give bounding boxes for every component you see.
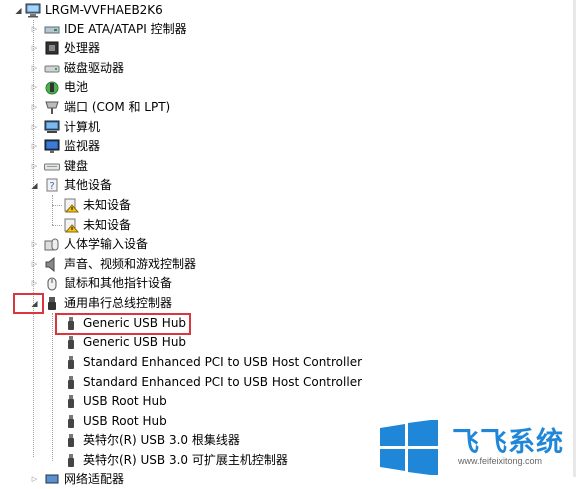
usb-device-item[interactable]: Standard Enhanced PCI to USB Host Contro… xyxy=(0,373,363,392)
port-connector-icon xyxy=(45,101,59,114)
tree-item-label: 处理器 xyxy=(64,41,101,55)
svg-text:?: ? xyxy=(49,181,54,192)
computer-icon xyxy=(25,3,41,18)
tree-item-keyboard[interactable]: 键盘 xyxy=(0,157,300,176)
input-device-icon xyxy=(44,238,59,251)
usb-plug-icon xyxy=(68,376,74,389)
tree-item-mouse[interactable]: 鼠标和其他指针设备 xyxy=(0,274,300,293)
usb-device-label: USB Root Hub xyxy=(83,394,167,408)
usb-device-item[interactable]: Standard Enhanced PCI to USB Host Contro… xyxy=(0,353,363,372)
expand-arrow-icon[interactable] xyxy=(30,470,39,489)
usb-device-label: 英特尔(R) USB 3.0 根集线器 xyxy=(83,433,240,447)
tree-item-label: IDE ATA/ATAPI 控制器 xyxy=(64,22,187,36)
tree-item-label: 人体学输入设备 xyxy=(64,237,149,251)
monitor-icon xyxy=(44,139,60,153)
usb-device-label: Standard Enhanced PCI to USB Host Contro… xyxy=(83,355,363,369)
tree-item-label: 电池 xyxy=(64,80,89,94)
tree-item-network[interactable]: 网络适配器 xyxy=(0,470,300,489)
usb-device-item[interactable]: 英特尔(R) USB 3.0 根集线器 xyxy=(0,431,360,450)
tree-item-label: 声音、视频和游戏控制器 xyxy=(64,257,197,271)
expand-arrow-icon[interactable] xyxy=(30,39,39,58)
expand-arrow-icon[interactable] xyxy=(30,274,39,293)
warning-device-icon xyxy=(64,198,79,213)
tree-item-battery[interactable]: 电池 xyxy=(0,78,300,97)
tree-item-usb-controllers[interactable]: 通用串行总线控制器 xyxy=(0,294,300,313)
device-tree: LRGM-VVFHAEB2K6 IDE ATA/ATAPI 控制器 处理器 磁盘… xyxy=(0,0,576,486)
expand-arrow-icon[interactable] xyxy=(30,255,39,274)
expand-arrow-icon[interactable] xyxy=(30,118,39,137)
tree-item-label: 其他设备 xyxy=(64,178,113,192)
warning-device-icon xyxy=(64,218,79,233)
tree-child-unknown-device[interactable]: 未知设备 xyxy=(0,216,300,235)
battery-icon xyxy=(45,81,59,95)
tree-item-label: 磁盘驱动器 xyxy=(64,61,125,75)
usb-plug-icon xyxy=(68,454,74,467)
disk-drive-icon xyxy=(44,65,60,73)
expand-arrow-icon[interactable] xyxy=(30,137,39,156)
usb-device-label: Standard Enhanced PCI to USB Host Contro… xyxy=(83,375,363,389)
usb-device-item[interactable]: 英特尔(R) USB 3.0 可扩展主机控制器 xyxy=(0,451,360,470)
tree-item-label: 鼠标和其他指针设备 xyxy=(64,276,173,290)
tree-item-label: 监视器 xyxy=(64,139,101,153)
expand-arrow-icon[interactable] xyxy=(30,78,39,97)
usb-plug-icon xyxy=(68,415,74,428)
computer-name-label: LRGM-VVFHAEB2K6 xyxy=(45,3,163,17)
usb-device-label: 英特尔(R) USB 3.0 可扩展主机控制器 xyxy=(83,453,288,467)
tree-item-monitor[interactable]: 监视器 xyxy=(0,137,300,156)
usb-plug-icon xyxy=(68,336,74,349)
expand-arrow-icon[interactable] xyxy=(30,59,39,78)
collapse-arrow-icon[interactable] xyxy=(30,176,39,195)
usb-device-label: Generic USB Hub xyxy=(83,316,187,330)
tree-child-label: 未知设备 xyxy=(83,218,132,232)
usb-plug-icon xyxy=(68,434,74,447)
usb-device-item[interactable]: USB Root Hub xyxy=(0,392,360,411)
tree-item-label: 通用串行总线控制器 xyxy=(64,296,173,310)
speaker-icon xyxy=(45,257,55,272)
tree-child-unknown-device[interactable]: 未知设备 xyxy=(0,196,300,215)
tree-item-disk[interactable]: 磁盘驱动器 xyxy=(0,59,300,78)
tree-child-label: 未知设备 xyxy=(83,198,132,212)
unknown-device-icon: ? xyxy=(46,178,58,192)
usb-plug-icon xyxy=(48,297,56,310)
usb-device-item[interactable]: Generic USB Hub xyxy=(0,314,360,333)
usb-device-item[interactable]: Generic USB Hub xyxy=(0,333,360,352)
tree-item-processor[interactable]: 处理器 xyxy=(0,39,300,58)
collapse-arrow-icon[interactable] xyxy=(30,294,39,313)
ide-controller-icon xyxy=(44,26,60,34)
watermark-brand: 飞飞系统 xyxy=(452,427,564,458)
tree-item-label: 计算机 xyxy=(64,120,101,134)
watermark-url: www.feifeixitong.com xyxy=(458,456,543,466)
windows-logo-icon xyxy=(380,420,438,475)
tree-item-ports[interactable]: 端口 (COM 和 LPT) xyxy=(0,98,300,117)
usb-device-item[interactable]: USB Root Hub xyxy=(0,412,360,431)
processor-icon xyxy=(45,41,59,55)
network-adapter-icon xyxy=(45,474,59,484)
tree-root[interactable]: LRGM-VVFHAEB2K6 xyxy=(0,1,300,20)
collapse-arrow-icon[interactable] xyxy=(14,1,23,20)
tree-item-label: 端口 (COM 和 LPT) xyxy=(64,100,171,114)
expand-arrow-icon[interactable] xyxy=(30,157,39,176)
computer-icon xyxy=(44,120,60,133)
usb-plug-icon xyxy=(68,395,74,408)
tree-item-label: 网络适配器 xyxy=(64,472,125,486)
usb-device-label: USB Root Hub xyxy=(83,414,167,428)
keyboard-icon xyxy=(44,163,60,171)
tree-item-hid[interactable]: 人体学输入设备 xyxy=(0,235,300,254)
tree-item-computer[interactable]: 计算机 xyxy=(0,118,300,137)
usb-plug-icon xyxy=(68,356,74,369)
expand-arrow-icon[interactable] xyxy=(30,235,39,254)
expand-arrow-icon[interactable] xyxy=(30,98,39,117)
tree-item-label: 键盘 xyxy=(64,159,89,173)
tree-item-sound[interactable]: 声音、视频和游戏控制器 xyxy=(0,255,300,274)
tree-item-other-devices[interactable]: ? 其他设备 xyxy=(0,176,300,195)
tree-item-ide[interactable]: IDE ATA/ATAPI 控制器 xyxy=(0,20,300,39)
usb-device-label: Generic USB Hub xyxy=(83,335,187,349)
usb-plug-icon xyxy=(68,317,74,330)
watermark: 飞飞系统 www.feifeixitong.com xyxy=(378,420,576,477)
expand-arrow-icon[interactable] xyxy=(30,20,39,39)
mouse-icon xyxy=(47,277,57,291)
